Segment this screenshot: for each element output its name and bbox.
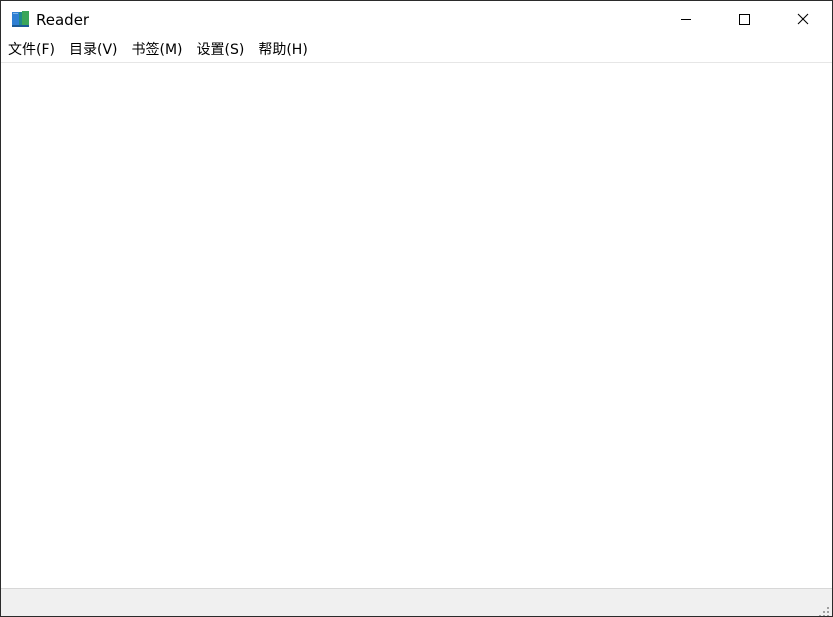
title-bar[interactable]: Reader <box>1 1 832 38</box>
menu-bookmarks[interactable]: 书签(M) <box>125 38 190 62</box>
window-title: Reader <box>36 11 90 29</box>
menu-help[interactable]: 帮助(H) <box>251 38 314 62</box>
close-icon <box>797 10 809 29</box>
minimize-icon <box>680 10 692 29</box>
status-bar <box>1 588 832 616</box>
maximize-icon <box>738 10 750 29</box>
menu-file[interactable]: 文件(F) <box>1 38 62 62</box>
reading-area[interactable] <box>1 63 832 588</box>
menu-contents[interactable]: 目录(V) <box>62 38 125 62</box>
minimize-button[interactable] <box>657 1 715 38</box>
menu-bar: 文件(F) 目录(V) 书签(M) 设置(S) 帮助(H) <box>1 38 832 63</box>
close-button[interactable] <box>774 1 832 38</box>
book-icon <box>11 10 31 28</box>
menu-settings[interactable]: 设置(S) <box>190 38 252 62</box>
maximize-button[interactable] <box>715 1 773 38</box>
reader-window: Reader 文件(F) 目录(V) 书签(M) 设置(S) 帮助(H) <box>0 0 833 617</box>
resize-grip-icon[interactable] <box>818 603 830 616</box>
